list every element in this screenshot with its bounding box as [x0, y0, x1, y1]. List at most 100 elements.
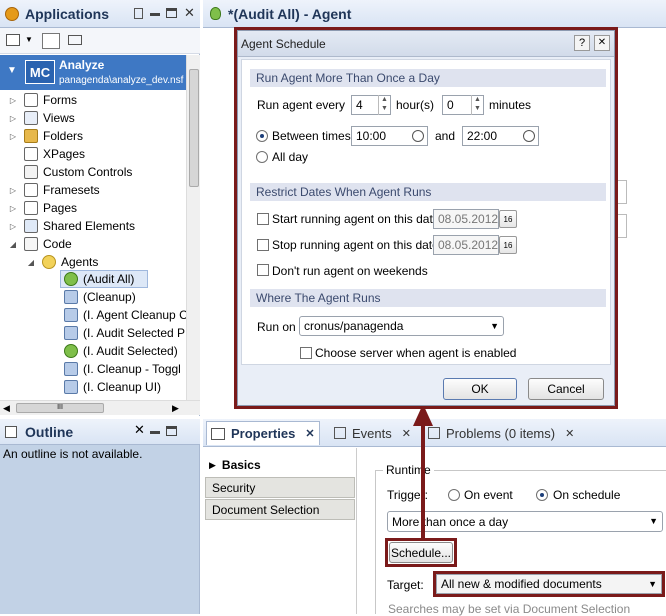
stop-date-input[interactable]: 08.05.2012: [433, 235, 499, 255]
app-badge: MC: [25, 60, 55, 84]
agent-item[interactable]: (I. Agent Cleanup C: [64, 306, 188, 324]
schedule-button[interactable]: Schedule...: [389, 542, 453, 563]
all-day-label: All day: [272, 150, 309, 164]
outline-panel: Outline ✕ An outline is not available.: [0, 419, 200, 614]
tree-item-xpages[interactable]: XPages: [8, 145, 85, 163]
hscroll-thumb[interactable]: III: [16, 403, 104, 413]
stop-date-checkbox[interactable]: [257, 239, 269, 251]
tree-item-folders[interactable]: ▷ Folders: [8, 127, 83, 145]
minutes-spinner[interactable]: ▲ ▼: [471, 95, 483, 115]
start-date-input[interactable]: 08.05.2012: [433, 209, 499, 229]
agent-item[interactable]: (I. Cleanup UI): [64, 378, 161, 396]
chevron-down-icon: ▼: [490, 321, 499, 331]
scroll-right-icon[interactable]: ▶: [172, 403, 179, 414]
list-view-icon[interactable]: [68, 35, 82, 45]
outline-title: Outline: [25, 424, 74, 440]
folder-icon: [24, 129, 38, 143]
choose-server-label: Choose server when agent is enabled: [315, 346, 517, 360]
properties-icon: [211, 427, 225, 440]
agent-bulb-icon: [210, 7, 221, 20]
tab-properties[interactable]: Properties ✕: [206, 421, 320, 445]
tab-problems[interactable]: Problems (0 items) ✕: [424, 421, 578, 445]
forms-icon: [24, 93, 38, 107]
ok-button[interactable]: OK: [443, 378, 517, 400]
on-event-label: On event: [464, 488, 513, 502]
agent-item[interactable]: (I. Cleanup - Toggl: [64, 360, 181, 378]
tree-view-icon[interactable]: [42, 33, 60, 49]
expand-arrow-icon[interactable]: ▼: [7, 65, 17, 76]
cancel-button[interactable]: Cancel: [528, 378, 604, 400]
radio-between-times[interactable]: [256, 128, 268, 142]
agent-scheduled-icon: [64, 362, 78, 376]
radio-on-event[interactable]: [448, 487, 460, 501]
side-item-document-selection[interactable]: Document Selection: [205, 499, 355, 520]
close-icon[interactable]: ✕: [184, 5, 195, 21]
chevron-down-icon[interactable]: ▼: [25, 35, 33, 44]
tree-item-forms[interactable]: ▷ Forms: [8, 91, 77, 109]
scroll-left-icon[interactable]: ◀: [3, 403, 10, 414]
tree-item-views[interactable]: ▷ Views: [8, 109, 75, 127]
selected-app-row[interactable]: ▼ MC Analyze panagenda\analyze_dev.nsf: [0, 55, 186, 90]
tree-item-framesets[interactable]: ▷ Framesets: [8, 181, 100, 199]
agent-schedule-dialog: Agent Schedule ? ✕ Run Agent More Than O…: [237, 30, 615, 406]
close-icon[interactable]: ✕: [134, 422, 145, 438]
tree-item-shared-elements[interactable]: ▷ Shared Elements: [8, 217, 135, 235]
tree-item-pages[interactable]: ▷ Pages: [8, 199, 77, 217]
radio-all-day[interactable]: [256, 149, 268, 163]
tree-item-custom-controls[interactable]: Custom Controls: [8, 163, 132, 181]
agent-bulb-icon: [42, 255, 56, 269]
side-item-security[interactable]: Security: [205, 477, 355, 498]
dialog-title: Agent Schedule: [241, 37, 326, 51]
target-label: Target:: [387, 578, 424, 592]
maximize-icon[interactable]: [166, 8, 177, 18]
minimize-icon[interactable]: [150, 431, 160, 434]
clock-icon[interactable]: [523, 130, 535, 142]
view-menu-icon[interactable]: [134, 8, 143, 19]
agent-item[interactable]: (I. Audit Selected): [64, 342, 178, 360]
agent-scheduled-icon: [64, 380, 78, 394]
chevron-down-icon: ▼: [649, 516, 658, 526]
tree-item-agents[interactable]: ◢ Agents: [26, 253, 98, 271]
radio-on-schedule[interactable]: [536, 487, 548, 501]
xpages-icon: [24, 147, 38, 161]
chevron-down-icon: ▼: [648, 579, 657, 589]
horizontal-scrollbar[interactable]: ◀ III ▶: [0, 400, 200, 415]
on-schedule-label: On schedule: [553, 488, 621, 502]
agent-item[interactable]: (I. Audit Selected P: [64, 324, 185, 342]
outline-icon: [5, 426, 17, 438]
hours-spinner[interactable]: ▲ ▼: [378, 95, 390, 115]
vertical-scrollbar[interactable]: [186, 55, 200, 400]
tree-item-code[interactable]: ◢ Code: [8, 235, 72, 253]
close-icon[interactable]: ✕: [594, 35, 610, 51]
run-on-label: Run on: [257, 320, 296, 334]
views-icon: [24, 111, 38, 125]
server-select[interactable]: cronus/panagenda ▼: [299, 316, 504, 336]
target-select[interactable]: All new & modified documents ▼: [436, 574, 662, 594]
scroll-thumb[interactable]: [189, 69, 199, 187]
agent-item[interactable]: (Audit All): [64, 270, 134, 288]
shared-elements-icon: [24, 219, 38, 233]
agent-item[interactable]: (Cleanup): [64, 288, 136, 306]
start-date-checkbox[interactable]: [257, 213, 269, 225]
clock-icon[interactable]: [412, 130, 424, 142]
maximize-icon[interactable]: [166, 426, 177, 436]
weekends-checkbox[interactable]: [257, 264, 269, 276]
agent-scheduled-icon: [64, 326, 78, 340]
calendar-icon[interactable]: 16: [499, 210, 517, 228]
minimize-icon[interactable]: [150, 13, 160, 16]
help-button[interactable]: ?: [574, 35, 590, 51]
new-icon[interactable]: [6, 34, 20, 46]
editor-header: *(Audit All) - Agent: [203, 0, 666, 28]
editor-title: *(Audit All) - Agent: [228, 6, 352, 22]
outline-header: Outline ✕: [0, 419, 200, 445]
close-icon[interactable]: ✕: [565, 427, 574, 440]
dialog-titlebar: Agent Schedule ? ✕: [238, 31, 614, 57]
side-item-basics[interactable]: ▶ Basics: [205, 455, 355, 475]
close-icon[interactable]: ✕: [305, 427, 314, 440]
calendar-icon[interactable]: 16: [499, 236, 517, 254]
app-name: Analyze: [59, 58, 105, 72]
choose-server-checkbox[interactable]: [300, 347, 312, 359]
applications-icon: [5, 7, 19, 21]
tab-events[interactable]: Events ✕: [330, 421, 415, 445]
agent-scheduled-icon: [64, 308, 78, 322]
